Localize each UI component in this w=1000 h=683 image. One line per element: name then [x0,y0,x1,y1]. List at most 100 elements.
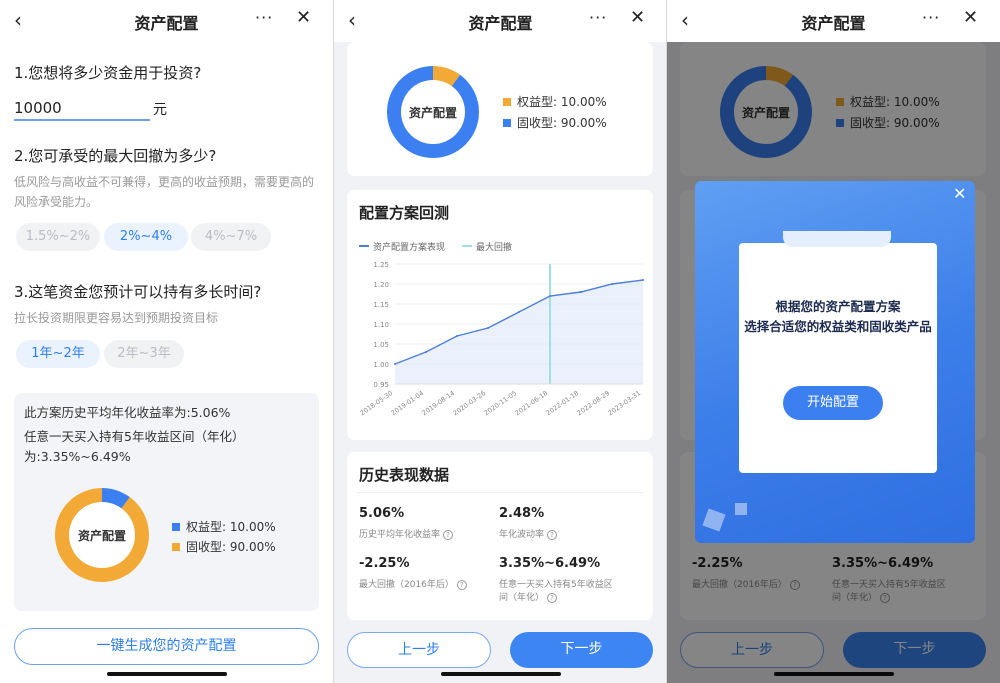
amount-unit: 元 [153,102,167,118]
legend-swatch-blue [503,119,511,127]
more-icon[interactable]: ··· [589,8,607,27]
y-tick-label: 1.25 [373,261,389,269]
summary-range: 任意一天买入持有5年收益区间（年化）为:3.35%~6.49% [24,429,245,464]
popup-card-tab [783,231,891,247]
x-tick-label: 2020-03-26 [452,389,488,417]
popup-card [739,243,937,473]
legend-performance: 资产配置方案表现 [359,240,445,253]
legend-swatch-blue [172,523,180,531]
stat-volatility-value: 2.48% [499,506,545,521]
x-tick-label: 2019-08-14 [421,389,457,417]
duration-option-2[interactable]: 2年~3年 [104,340,184,368]
stat-volatility-label: 年化波动率? [499,529,558,542]
drawdown-option-1[interactable]: 1.5%~2% [16,223,100,251]
more-icon[interactable]: ··· [255,8,273,27]
question-drawdown: 2.您可承受的最大回撤为多少? [14,147,217,165]
nav-bar: ‹ 资产配置 ··· ✕ [334,0,667,42]
page-title: 资产配置 [468,14,533,33]
nav-bar: ‹ 资产配置 ··· ✕ [667,0,1000,42]
help-icon[interactable]: ? [456,580,467,590]
data-point [487,327,489,329]
y-tick-label: 1.10 [373,321,389,329]
y-tick-label: 1.15 [373,301,389,309]
data-point [549,295,551,297]
y-tick-label: 1.20 [373,281,389,289]
popup-close-icon[interactable]: ✕ [953,184,966,203]
page-title: 资产配置 [134,14,199,33]
decorative-cube-icon [702,508,726,532]
help-icon[interactable]: ? [547,530,558,540]
home-indicator [441,672,561,676]
question-amount: 1.您想将多少资金用于投资? [14,64,202,82]
x-tick-label: 2018-05-30 [359,389,395,417]
y-tick-label: 1.00 [373,361,389,369]
data-point [642,279,644,281]
stat-return-range-label: 任意一天买入持有5年收益区间（年化）? [499,580,613,603]
legend-fixed-income: 固收型: 90.00% [172,538,276,555]
separator [357,492,643,493]
decorative-cube-icon [735,503,747,515]
more-icon[interactable]: ··· [922,8,940,27]
start-allocation-button[interactable]: 开始配置 [783,386,883,420]
legend-swatch-orange [503,98,511,106]
legend-fixed-income: 固收型: 90.00% [503,114,607,131]
y-tick-label: 1.05 [373,341,389,349]
donut-center-label: 资产配置 [408,106,457,120]
duration-hint: 拉长投资期限更容易达到预期投资目标 [14,311,219,325]
data-point [425,351,427,353]
close-icon[interactable]: ✕ [296,7,311,28]
data-point [580,291,582,293]
screen-allocation-popup: 资产配置 权益型: 10.00% 固收型: 90.00% -2.25% 最大回撤… [667,0,1000,683]
close-icon[interactable]: ✕ [630,7,645,28]
home-indicator [107,672,227,676]
stat-return-range-value: 3.35%~6.49% [499,556,601,571]
performance-area [395,280,643,384]
duration-option-1[interactable]: 1年~2年 [16,340,100,368]
question-duration: 3.这笔资金您预计可以持有多长时间? [14,283,262,301]
drawdown-option-2[interactable]: 2%~4% [104,223,188,251]
amount-input[interactable]: 10000 [14,97,150,121]
data-point [394,363,396,365]
previous-step-button[interactable]: 上一步 [347,632,491,668]
page-title: 资产配置 [801,14,866,33]
drawdown-option-3[interactable]: 4%~7% [191,223,271,251]
screen-asset-questionnaire: ‹ 资产配置 ··· ✕ 1.您想将多少资金用于投资? 10000 元 2.您可… [0,0,333,683]
backtest-title: 配置方案回测 [359,204,450,222]
backtest-card: 配置方案回测 资产配置方案表现 最大回撤 0.95 1.00 1.05 1.10 1.1… [347,190,653,440]
legend-equity: 权益型: 10.00% [172,518,276,535]
generate-allocation-button[interactable]: 一键生成您的资产配置 [14,628,319,665]
legend-swatch-orange [172,543,180,551]
x-tick-label: 2021-06-18 [514,389,550,417]
popup-line-1: 根据您的资产配置方案 [775,299,901,314]
screen-backtest-result: 资产配置 权益型: 10.00% 固收型: 90.00% 配置方案回测 资产配置… [334,0,667,683]
x-tick-label: 2022-01-18 [545,389,581,417]
help-icon[interactable]: ? [443,530,454,540]
summary-return: 此方案历史平均年化收益率为:5.06% [24,405,231,420]
data-point [611,283,613,285]
legend-max-drawdown: 最大回撤 [462,240,512,253]
popup-line-2: 选择合适您的权益类和固收类产品 [744,319,932,334]
x-tick-label: 2020-11-05 [483,389,519,417]
drawdown-hint: 低风险与高收益不可兼得，更高的收益预期，需要更高的风险承受能力。 [14,175,315,209]
history-card: 历史表现数据 5.06% 历史平均年化收益率? 2.48% 年化波动率? -2.… [347,452,653,620]
donut-center-label: 资产配置 [77,529,126,543]
data-point [518,311,520,313]
allocation-card: 资产配置 权益型: 10.00% 固收型: 90.00% [347,42,653,176]
history-title: 历史表现数据 [359,466,450,484]
data-point [456,335,458,337]
next-step-button[interactable]: 下一步 [510,632,653,668]
x-tick-label: 2022-08-29 [576,389,612,417]
help-icon[interactable]: ? [547,593,558,603]
nav-bar: ‹ 资产配置 ··· ✕ [0,0,333,42]
close-icon[interactable]: ✕ [963,7,978,28]
stat-avg-return-value: 5.06% [359,506,405,521]
x-tick-label: 2023-03-31 [607,389,643,417]
stat-max-drawdown-value: -2.25% [359,556,410,571]
allocation-donut-chart: 资产配置 [55,488,149,582]
legend-equity: 权益型: 10.00% [503,93,607,110]
stat-max-drawdown-label: 最大回撤（2016年后）? [359,579,467,592]
allocation-popup: ✕ 根据您的资产配置方案 选择合适您的权益类和固收类产品 开始配置 [695,181,975,543]
stat-avg-return-label: 历史平均年化收益率? [359,529,454,542]
allocation-donut-chart: 资产配置 [387,66,479,158]
popup-message: 根据您的资产配置方案 选择合适您的权益类和固收类产品 [739,297,937,337]
